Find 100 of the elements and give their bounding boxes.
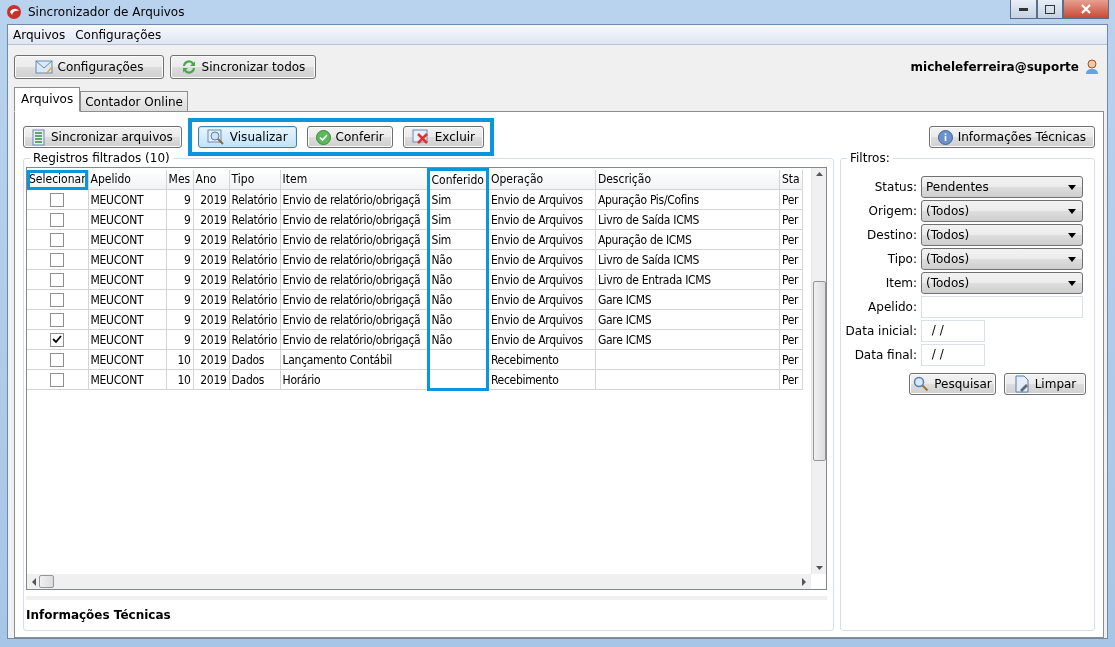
action-button[interactable]: Conferir: [306, 126, 393, 148]
scroll-right-arrow-icon[interactable]: [801, 577, 807, 586]
row-checkbox[interactable]: [50, 192, 65, 207]
filter-dropdown[interactable]: (Todos): [921, 248, 1083, 270]
column-header[interactable]: Item: [280, 169, 429, 190]
row-checkbox[interactable]: [50, 272, 65, 287]
document-eraser-icon: [1013, 375, 1030, 393]
table-cell: Per: [779, 309, 803, 330]
table-cell: Envio de Arquivos: [487, 209, 596, 230]
input-field[interactable]: [921, 296, 1083, 318]
table-cell: Envio de Arquivos: [487, 229, 596, 250]
table-cell: [428, 369, 488, 390]
date-field[interactable]: / /: [921, 320, 985, 342]
field-label: Status:: [873, 180, 917, 194]
column-header[interactable]: Conferido: [428, 169, 488, 190]
table-cell: MEUCONT: [88, 269, 167, 290]
row-checkbox[interactable]: [50, 292, 65, 307]
search-button[interactable]: Pesquisar: [909, 373, 996, 395]
table-cell: Relatório: [229, 329, 281, 350]
column-header[interactable]: Operação: [487, 169, 596, 190]
filter-dropdown[interactable]: (Todos): [921, 200, 1083, 222]
row-checkbox[interactable]: [50, 352, 65, 367]
sync-all-button[interactable]: Sincronizar todos: [170, 55, 316, 79]
table-cell: MEUCONT: [88, 309, 167, 330]
menu-item[interactable]: Arquivos: [10, 27, 73, 42]
table-cell: Per: [779, 209, 803, 230]
row-checkbox[interactable]: [50, 312, 65, 327]
user-label: micheleferreira@suporte: [910, 60, 1079, 74]
date-field[interactable]: / /: [921, 344, 985, 366]
table-cell: 2019: [193, 309, 230, 330]
tab[interactable]: Contador Online: [80, 91, 188, 112]
column-header[interactable]: Ano: [193, 169, 230, 190]
menu-item[interactable]: Configurações: [72, 27, 169, 42]
scroll-down-arrow-icon[interactable]: [815, 565, 823, 571]
dropdown-caret-icon: [1068, 256, 1076, 262]
column-header[interactable]: Descrição: [595, 169, 780, 190]
table-cell: Lançamento Contábil: [280, 349, 429, 370]
row-checkbox[interactable]: [50, 332, 65, 347]
table-cell: Não: [428, 289, 488, 310]
scroll-thumb[interactable]: [39, 575, 54, 588]
search-icon: [913, 376, 930, 392]
settings-button[interactable]: Configurações: [14, 55, 164, 79]
column-header[interactable]: Selecionar: [27, 169, 89, 190]
table-cell: Per: [779, 349, 803, 370]
magnifier-icon: [206, 129, 225, 145]
table-cell: Não: [428, 329, 488, 350]
table-cell: MEUCONT: [88, 289, 167, 310]
table-cell: MEUCONT: [88, 369, 167, 390]
row-checkbox[interactable]: [50, 252, 65, 267]
row-checkbox[interactable]: [50, 232, 65, 247]
table-cell: Envio de Arquivos: [487, 269, 596, 290]
table-cell: Envio de relatório/obrigaçã: [280, 249, 429, 270]
table-cell: Envio de Arquivos: [487, 249, 596, 270]
sync-files-button[interactable]: Sincronizar arquivos: [23, 126, 182, 148]
row-checkbox[interactable]: [50, 212, 65, 227]
scroll-thumb[interactable]: [812, 281, 826, 461]
minimize-button[interactable]: [1010, 0, 1037, 19]
table-cell: 2019: [193, 189, 230, 210]
column-header[interactable]: Tipo: [229, 169, 281, 190]
vertical-scrollbar[interactable]: [811, 168, 826, 574]
scroll-up-arrow-icon[interactable]: [815, 171, 823, 177]
field-label: Apelido:: [867, 300, 917, 314]
table-cell: Gare ICMS: [595, 289, 780, 310]
table-cell: MEUCONT: [88, 229, 167, 250]
column-header[interactable]: Mes: [166, 169, 194, 190]
filter-dropdown[interactable]: (Todos): [921, 224, 1083, 246]
table-cell: MEUCONT: [88, 209, 167, 230]
table-cell: 9: [166, 329, 194, 350]
table-cell: Envio de relatório/obrigaçã: [280, 189, 429, 210]
filter-dropdown[interactable]: Pendentes: [921, 176, 1083, 198]
table-cell: MEUCONT: [88, 329, 167, 350]
table-cell: Per: [779, 369, 803, 390]
action-button[interactable]: Excluir: [402, 126, 484, 148]
table-cell: MEUCONT: [88, 349, 167, 370]
clear-button[interactable]: Limpar: [1004, 373, 1086, 395]
table-cell: 2019: [193, 269, 230, 290]
delete-icon: [411, 129, 430, 145]
table-cell: Per: [779, 229, 803, 250]
column-header[interactable]: Sta: [779, 169, 803, 190]
close-button[interactable]: [1063, 0, 1109, 19]
horizontal-scrollbar[interactable]: [27, 574, 811, 589]
table-cell: Envio de Arquivos: [487, 329, 596, 350]
field-label: Data final:: [853, 348, 917, 362]
maximize-button[interactable]: [1037, 0, 1063, 19]
column-header[interactable]: Apelido: [88, 169, 167, 190]
table-cell: Relatório: [229, 309, 281, 330]
table-cell: Envio de relatório/obrigaçã: [280, 209, 429, 230]
minimize-icon: [1019, 7, 1028, 11]
scroll-left-arrow-icon[interactable]: [31, 577, 37, 586]
table-cell: 2019: [193, 369, 230, 390]
table-cell: Livro de Saída ICMS: [595, 209, 780, 230]
info-button[interactable]: Informações Técnicas: [928, 126, 1095, 148]
info-icon: [937, 129, 953, 145]
row-checkbox[interactable]: [50, 372, 65, 387]
filter-dropdown[interactable]: (Todos): [921, 272, 1083, 294]
tab[interactable]: Arquivos: [14, 87, 81, 112]
table-cell: Relatório: [229, 249, 281, 270]
action-button[interactable]: Visualizar: [197, 126, 297, 148]
table-cell: Per: [779, 189, 803, 210]
field-label: Origem:: [867, 204, 917, 218]
